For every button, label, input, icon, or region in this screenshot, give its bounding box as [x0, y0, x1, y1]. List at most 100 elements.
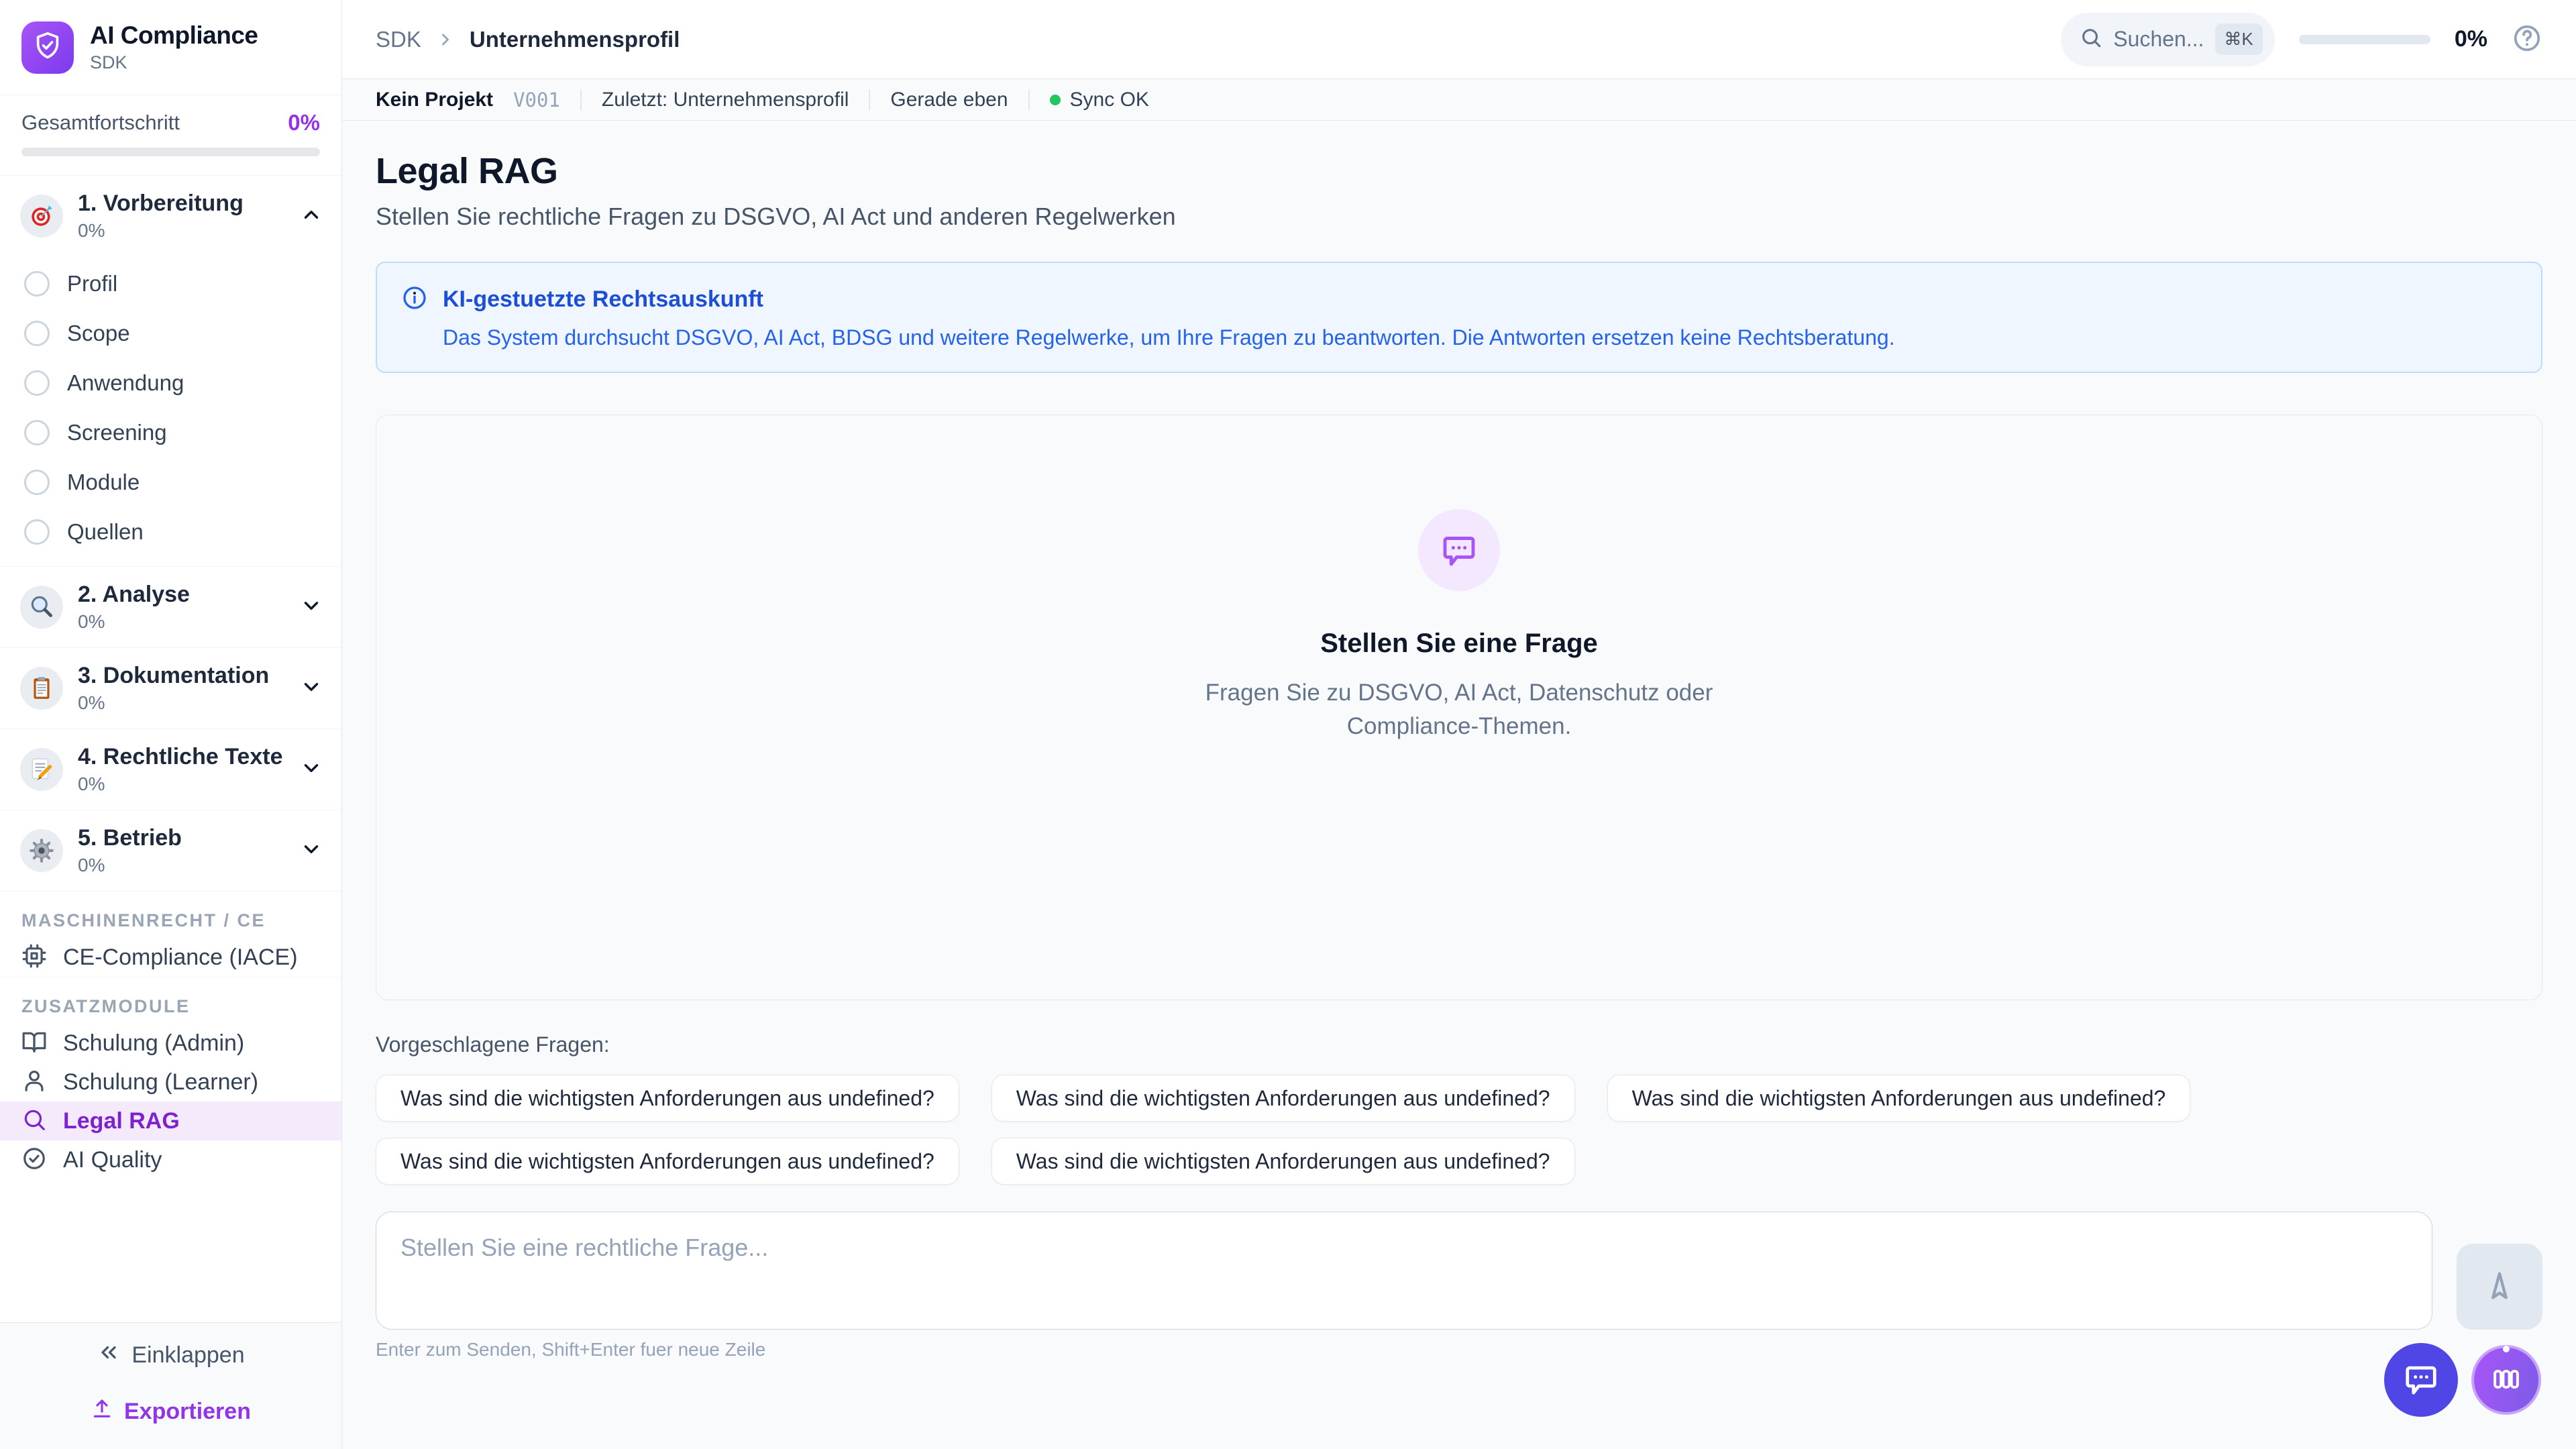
sidebar-nav: 1. Vorbereitung 0% Profil Scope: [0, 176, 341, 1322]
breadcrumb-root[interactable]: SDK: [376, 27, 421, 52]
sidebar-section-dokumentation[interactable]: 3. Dokumentation 0%: [0, 648, 341, 729]
book-open-icon: [21, 1029, 47, 1058]
chevron-down-icon: [300, 757, 323, 783]
step-radio-icon: [24, 370, 50, 396]
last-updated: Gerade eben: [890, 89, 1008, 111]
suggestion-chip[interactable]: Was sind die wichtigsten Anforderungen a…: [376, 1075, 959, 1122]
chat-bubble-icon: [2403, 1361, 2439, 1399]
empty-state-body: Fragen Sie zu DSGVO, AI Act, Datenschutz…: [1204, 676, 1714, 743]
composer: [376, 1212, 2542, 1330]
sidebar: AI Compliance SDK Gesamtfortschritt 0% 1…: [0, 0, 342, 1449]
suggestion-row: Was sind die wichtigsten Anforderungen a…: [376, 1138, 2542, 1185]
step-radio-icon: [24, 519, 50, 545]
suggestion-chip[interactable]: Was sind die wichtigsten Anforderungen a…: [991, 1075, 1575, 1122]
step-radio-icon: [24, 470, 50, 495]
paper-plane-icon: [2482, 1269, 2517, 1305]
sidebar-item-ce-compliance[interactable]: CE-Compliance (IACE): [0, 938, 341, 977]
shield-check-icon: [32, 30, 63, 64]
app-subtitle: SDK: [90, 52, 258, 73]
sidebar-item-legal-rag[interactable]: Legal RAG: [0, 1102, 341, 1140]
question-circle-icon: [2512, 23, 2542, 56]
section-percent: 0%: [78, 611, 285, 633]
last-visited: Zuletzt: Unternehmensprofil: [602, 89, 849, 111]
overall-progress-label: Gesamtfortschritt: [21, 111, 180, 135]
section-percent: 0%: [78, 692, 285, 714]
clipboard-icon: [20, 667, 63, 710]
question-input[interactable]: [376, 1212, 2432, 1330]
sidebar-item-quellen[interactable]: Quellen: [0, 507, 341, 557]
cpu-icon: [21, 943, 47, 972]
chevron-down-icon: [300, 594, 323, 621]
magnifier-icon: [20, 586, 63, 629]
suggestions-label: Vorgeschlagene Fragen:: [376, 1032, 2542, 1057]
sidebar-item-anwendung[interactable]: Anwendung: [0, 358, 341, 408]
search-icon: [2080, 26, 2102, 52]
help-button[interactable]: [2512, 23, 2542, 56]
info-banner-body: Das System durchsucht DSGVO, AI Act, BDS…: [443, 325, 2517, 350]
sidebar-item-ai-quality[interactable]: AI Quality: [0, 1140, 341, 1179]
sidebar-item-module[interactable]: Module: [0, 458, 341, 507]
app-title-block: AI Compliance SDK: [90, 21, 258, 73]
send-button[interactable]: [2457, 1244, 2542, 1330]
main-area: SDK Unternehmensprofil Suchen... ⌘K 0%: [342, 0, 2576, 1449]
step-radio-icon: [24, 271, 50, 297]
breadcrumb-current: Unternehmensprofil: [470, 27, 680, 52]
info-banner: KI-gestuetzte Rechtsauskunft Das System …: [376, 262, 2542, 373]
top-bar: SDK Unternehmensprofil Suchen... ⌘K 0%: [342, 0, 2576, 79]
search-input[interactable]: Suchen... ⌘K: [2061, 13, 2275, 66]
app-root: AI Compliance SDK Gesamtfortschritt 0% 1…: [0, 0, 2576, 1449]
chevron-up-icon: [300, 203, 323, 229]
sidebar-item-screening[interactable]: Screening: [0, 408, 341, 458]
app-title: AI Compliance: [90, 21, 258, 50]
sidebar-item-profil[interactable]: Profil: [0, 259, 341, 309]
section-vorbereitung-items: Profil Scope Anwendung Screening Module: [0, 256, 341, 566]
sidebar-section-analyse[interactable]: 2. Analyse 0%: [0, 567, 341, 647]
header-progress-bar: [2299, 35, 2430, 44]
group-header-maschinenrecht: MASCHINENRECHT / CE: [0, 892, 341, 938]
search-icon: [21, 1107, 47, 1136]
empty-state-title: Stellen Sie eine Frage: [1320, 629, 1598, 659]
gear-icon: [20, 829, 63, 872]
header-progress-value: 0%: [2455, 26, 2487, 52]
group-header-zusatzmodule: ZUSATZMODULE: [0, 977, 341, 1024]
collapse-sidebar-button[interactable]: Einklappen: [97, 1340, 244, 1371]
sidebar-section-rechtliche-texte[interactable]: 4. Rechtliche Texte 0%: [0, 729, 341, 810]
sidebar-section-vorbereitung[interactable]: 1. Vorbereitung 0%: [0, 176, 341, 256]
overall-progress-value: 0%: [288, 110, 320, 136]
project-status: Kein Projekt: [376, 89, 493, 111]
sidebar-item-scope[interactable]: Scope: [0, 309, 341, 358]
section-percent: 0%: [78, 773, 285, 795]
suggestion-chip[interactable]: Was sind die wichtigsten Anforderungen a…: [1607, 1075, 2191, 1122]
sidebar-footer: Einklappen Exportieren: [0, 1322, 341, 1449]
page-subtitle: Stellen Sie rechtliche Fragen zu DSGVO, …: [376, 203, 2542, 231]
sidebar-item-schulung-learner[interactable]: Schulung (Learner): [0, 1063, 341, 1102]
section-percent: 0%: [78, 220, 285, 241]
export-button[interactable]: Exportieren: [91, 1397, 251, 1426]
divider: [869, 89, 870, 111]
columns-icon: [2489, 1362, 2524, 1399]
search-shortcut-badge: ⌘K: [2215, 23, 2263, 55]
page-content: Legal RAG Stellen Sie rechtliche Fragen …: [342, 121, 2576, 1449]
divider: [1028, 89, 1030, 111]
search-placeholder: Suchen...: [2113, 27, 2204, 52]
chat-fab-button[interactable]: [2384, 1343, 2458, 1417]
chevron-down-icon: [300, 676, 323, 702]
suggestion-chip[interactable]: Was sind die wichtigsten Anforderungen a…: [991, 1138, 1575, 1185]
suggestion-chip[interactable]: Was sind die wichtigsten Anforderungen a…: [376, 1138, 959, 1185]
check-circle-icon: [21, 1146, 47, 1175]
overall-progress: Gesamtfortschritt 0%: [0, 95, 341, 176]
version-badge: V001: [513, 89, 560, 111]
section-title: 3. Dokumentation: [78, 663, 285, 689]
divider: [580, 89, 582, 111]
step-radio-icon: [24, 420, 50, 445]
sidebar-item-schulung-admin[interactable]: Schulung (Admin): [0, 1024, 341, 1063]
sidebar-section-betrieb[interactable]: 5. Betrieb 0%: [0, 810, 341, 891]
composer-hint: Enter zum Senden, Shift+Enter fuer neue …: [376, 1339, 2542, 1360]
info-banner-title: KI-gestuetzte Rechtsauskunft: [443, 286, 763, 313]
columns-fab-button[interactable]: [2471, 1345, 2541, 1415]
page-title: Legal RAG: [376, 150, 2542, 192]
chevrons-left-icon: [97, 1340, 121, 1371]
sidebar-header: AI Compliance SDK: [0, 0, 341, 95]
floating-buttons: [2384, 1343, 2541, 1417]
suggestion-row: Was sind die wichtigsten Anforderungen a…: [376, 1075, 2542, 1122]
